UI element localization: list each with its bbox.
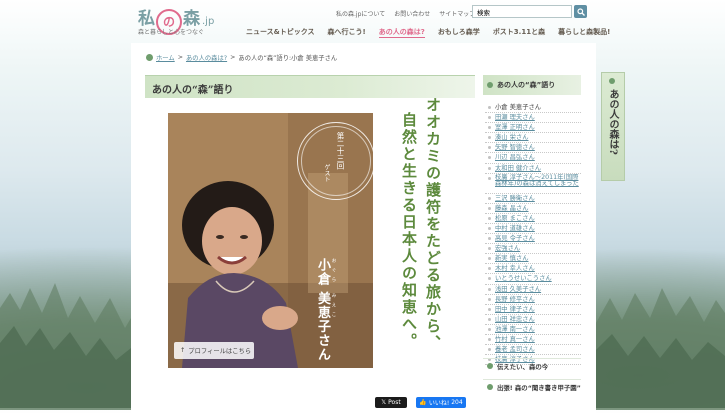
profile-button-label: プロフィールはこちら	[188, 348, 252, 355]
guest-list-item[interactable]: 田中 律子さん	[485, 305, 581, 315]
guest-list-item[interactable]: 浅田 久美子さん	[485, 285, 581, 295]
util-link-contact[interactable]: お問い合わせ	[394, 9, 430, 18]
breadcrumb-home[interactable]: ホーム	[156, 53, 175, 62]
profile-button[interactable]: ↑ プロフィールはこちら	[174, 342, 254, 359]
nav-that-persons-forest[interactable]: あの人の森は?	[378, 27, 425, 38]
guest-list: 小倉 美恵子さん 田瀬 理夫さん 室澤 正明さん 湊山 栄さん 矢野 智徳さん …	[485, 103, 581, 366]
like-count: 204	[451, 399, 463, 406]
sidebar-section-kikigaki[interactable]: 出張! 森の“聞き書き甲子園”	[483, 379, 581, 394]
guest-list-item[interactable]: 松原 まこさん	[485, 214, 581, 224]
guest-list-item[interactable]: 湊山 栄さん	[485, 133, 581, 144]
guest-list-item[interactable]: 山田 祥忠さん	[485, 315, 581, 325]
like-label: いいね!	[428, 400, 450, 407]
thumbs-up-icon: 👍	[419, 399, 427, 406]
section-title: あの人の“森”語り	[152, 85, 234, 96]
sidebar-section-tsutaetai[interactable]: 伝えたい、森の今	[483, 358, 581, 373]
guest-list-item[interactable]: 木村 幸人さん	[485, 264, 581, 275]
guest-list-item[interactable]: 宏強さん	[485, 244, 581, 255]
guest-list-item[interactable]: いとうせいこうさん	[485, 274, 581, 285]
headline-line-1: オオカミの護符をたどる旅から、	[424, 97, 442, 352]
bullet-icon	[487, 82, 493, 88]
util-link-about[interactable]: 私の森.jpについて	[336, 9, 385, 18]
post-label: Post	[388, 399, 401, 406]
util-link-sitemap[interactable]: サイトマップ	[439, 9, 475, 18]
sidebar-section-label: 出張! 森の“聞き書き甲子園”	[497, 383, 581, 392]
bullet-icon	[487, 384, 493, 390]
episode-number: 第二十三回	[336, 132, 345, 170]
nav-news[interactable]: ニュース&トピックス	[246, 27, 315, 38]
guest-list-item[interactable]: 養老 孟司さん	[485, 345, 581, 356]
main-nav: ニュース&トピックス 森へ行こう! あの人の森は? おもしろ森学 ポスト3.11…	[246, 27, 610, 38]
post-x-button[interactable]: 𝕏 Post	[375, 397, 407, 408]
nav-go-forest[interactable]: 森へ行こう!	[328, 27, 366, 38]
guest-list-item[interactable]: 三沢 勝衛さん	[485, 194, 581, 204]
guest-list-item[interactable]: 長野 修平さん	[485, 295, 581, 305]
guest-list-item[interactable]: 室澤 正明さん	[485, 123, 581, 134]
arrow-up-icon: ↑	[180, 347, 186, 354]
search-input[interactable]	[472, 5, 572, 18]
home-icon	[146, 54, 153, 61]
sidebar-heading[interactable]: あの人の“森”語り	[483, 75, 581, 95]
search-button[interactable]	[574, 5, 587, 18]
side-banner[interactable]: あの人の森は?	[601, 72, 625, 181]
facebook-like-button[interactable]: 👍 いいね! 204	[416, 397, 466, 408]
guest-list-item[interactable]: 池澤 南一さん	[485, 325, 581, 335]
site-tagline: 森と暮らしと心をつなぐ	[138, 29, 205, 36]
side-banner-label: あの人の森は?	[607, 89, 618, 155]
breadcrumb-separator: >	[230, 54, 236, 61]
sidebar-section-label: 伝えたい、森の今	[497, 362, 549, 371]
guest-label: ゲスト	[323, 164, 330, 182]
guest-list-item[interactable]: 藤森 晶さん	[485, 204, 581, 214]
guest-list-item[interactable]: 新実 慎さん	[485, 254, 581, 265]
search-icon	[576, 7, 585, 16]
breadcrumb-separator: >	[177, 54, 183, 61]
guest-list-item[interactable]: 小倉 美恵子さん	[485, 103, 581, 114]
guest-list-item[interactable]: 矢野 智徳さん	[485, 143, 581, 154]
breadcrumb-section[interactable]: あの人の森は?	[186, 53, 227, 62]
guest-list-item[interactable]: 田瀬 理夫さん	[485, 113, 581, 124]
site-header: 私 の 森 .jp 森と暮らしと心をつなぐ 私の森.jpについて お問い合わせ …	[0, 0, 725, 42]
utility-links: 私の森.jpについて お問い合わせ サイトマップ	[336, 9, 475, 18]
guest-list-item[interactable]: 太和田 健介さん	[485, 164, 581, 174]
guest-list-item[interactable]: 竹村 真一さん	[485, 335, 581, 346]
bullet-icon	[487, 363, 493, 369]
guest-list-item[interactable]: 中村 道雄さん	[485, 224, 581, 235]
section-title-bar: あの人の“森”語り	[145, 75, 475, 98]
sidebar-heading-label: あの人の“森”語り	[497, 81, 556, 89]
nav-living-products[interactable]: 暮らしと森製品!	[558, 27, 610, 38]
guest-list-item[interactable]: 川辺 昌弘さん	[485, 153, 581, 164]
bullet-icon	[609, 78, 615, 84]
guest-name: 小倉 美恵子さん	[315, 258, 330, 362]
headline-line-2: 自然と生きる日本人の知恵へ。	[400, 112, 418, 350]
breadcrumb-current: あの人の“森”語り:小倉 美恵子さん	[238, 55, 338, 62]
nav-forest-study[interactable]: おもしろ森学	[438, 27, 480, 38]
breadcrumb: ホーム > あの人の森は? > あの人の“森”語り:小倉 美恵子さん	[146, 53, 337, 62]
x-logo-icon: 𝕏	[381, 399, 387, 406]
guest-list-item[interactable]: 高見 令子さん	[485, 234, 581, 245]
guest-list-item[interactable]: 枝廣 淳子さん〜2011年(国際森林年)の森は消えてしまった	[485, 174, 581, 194]
nav-post-311[interactable]: ポスト3.11と森	[493, 27, 545, 38]
